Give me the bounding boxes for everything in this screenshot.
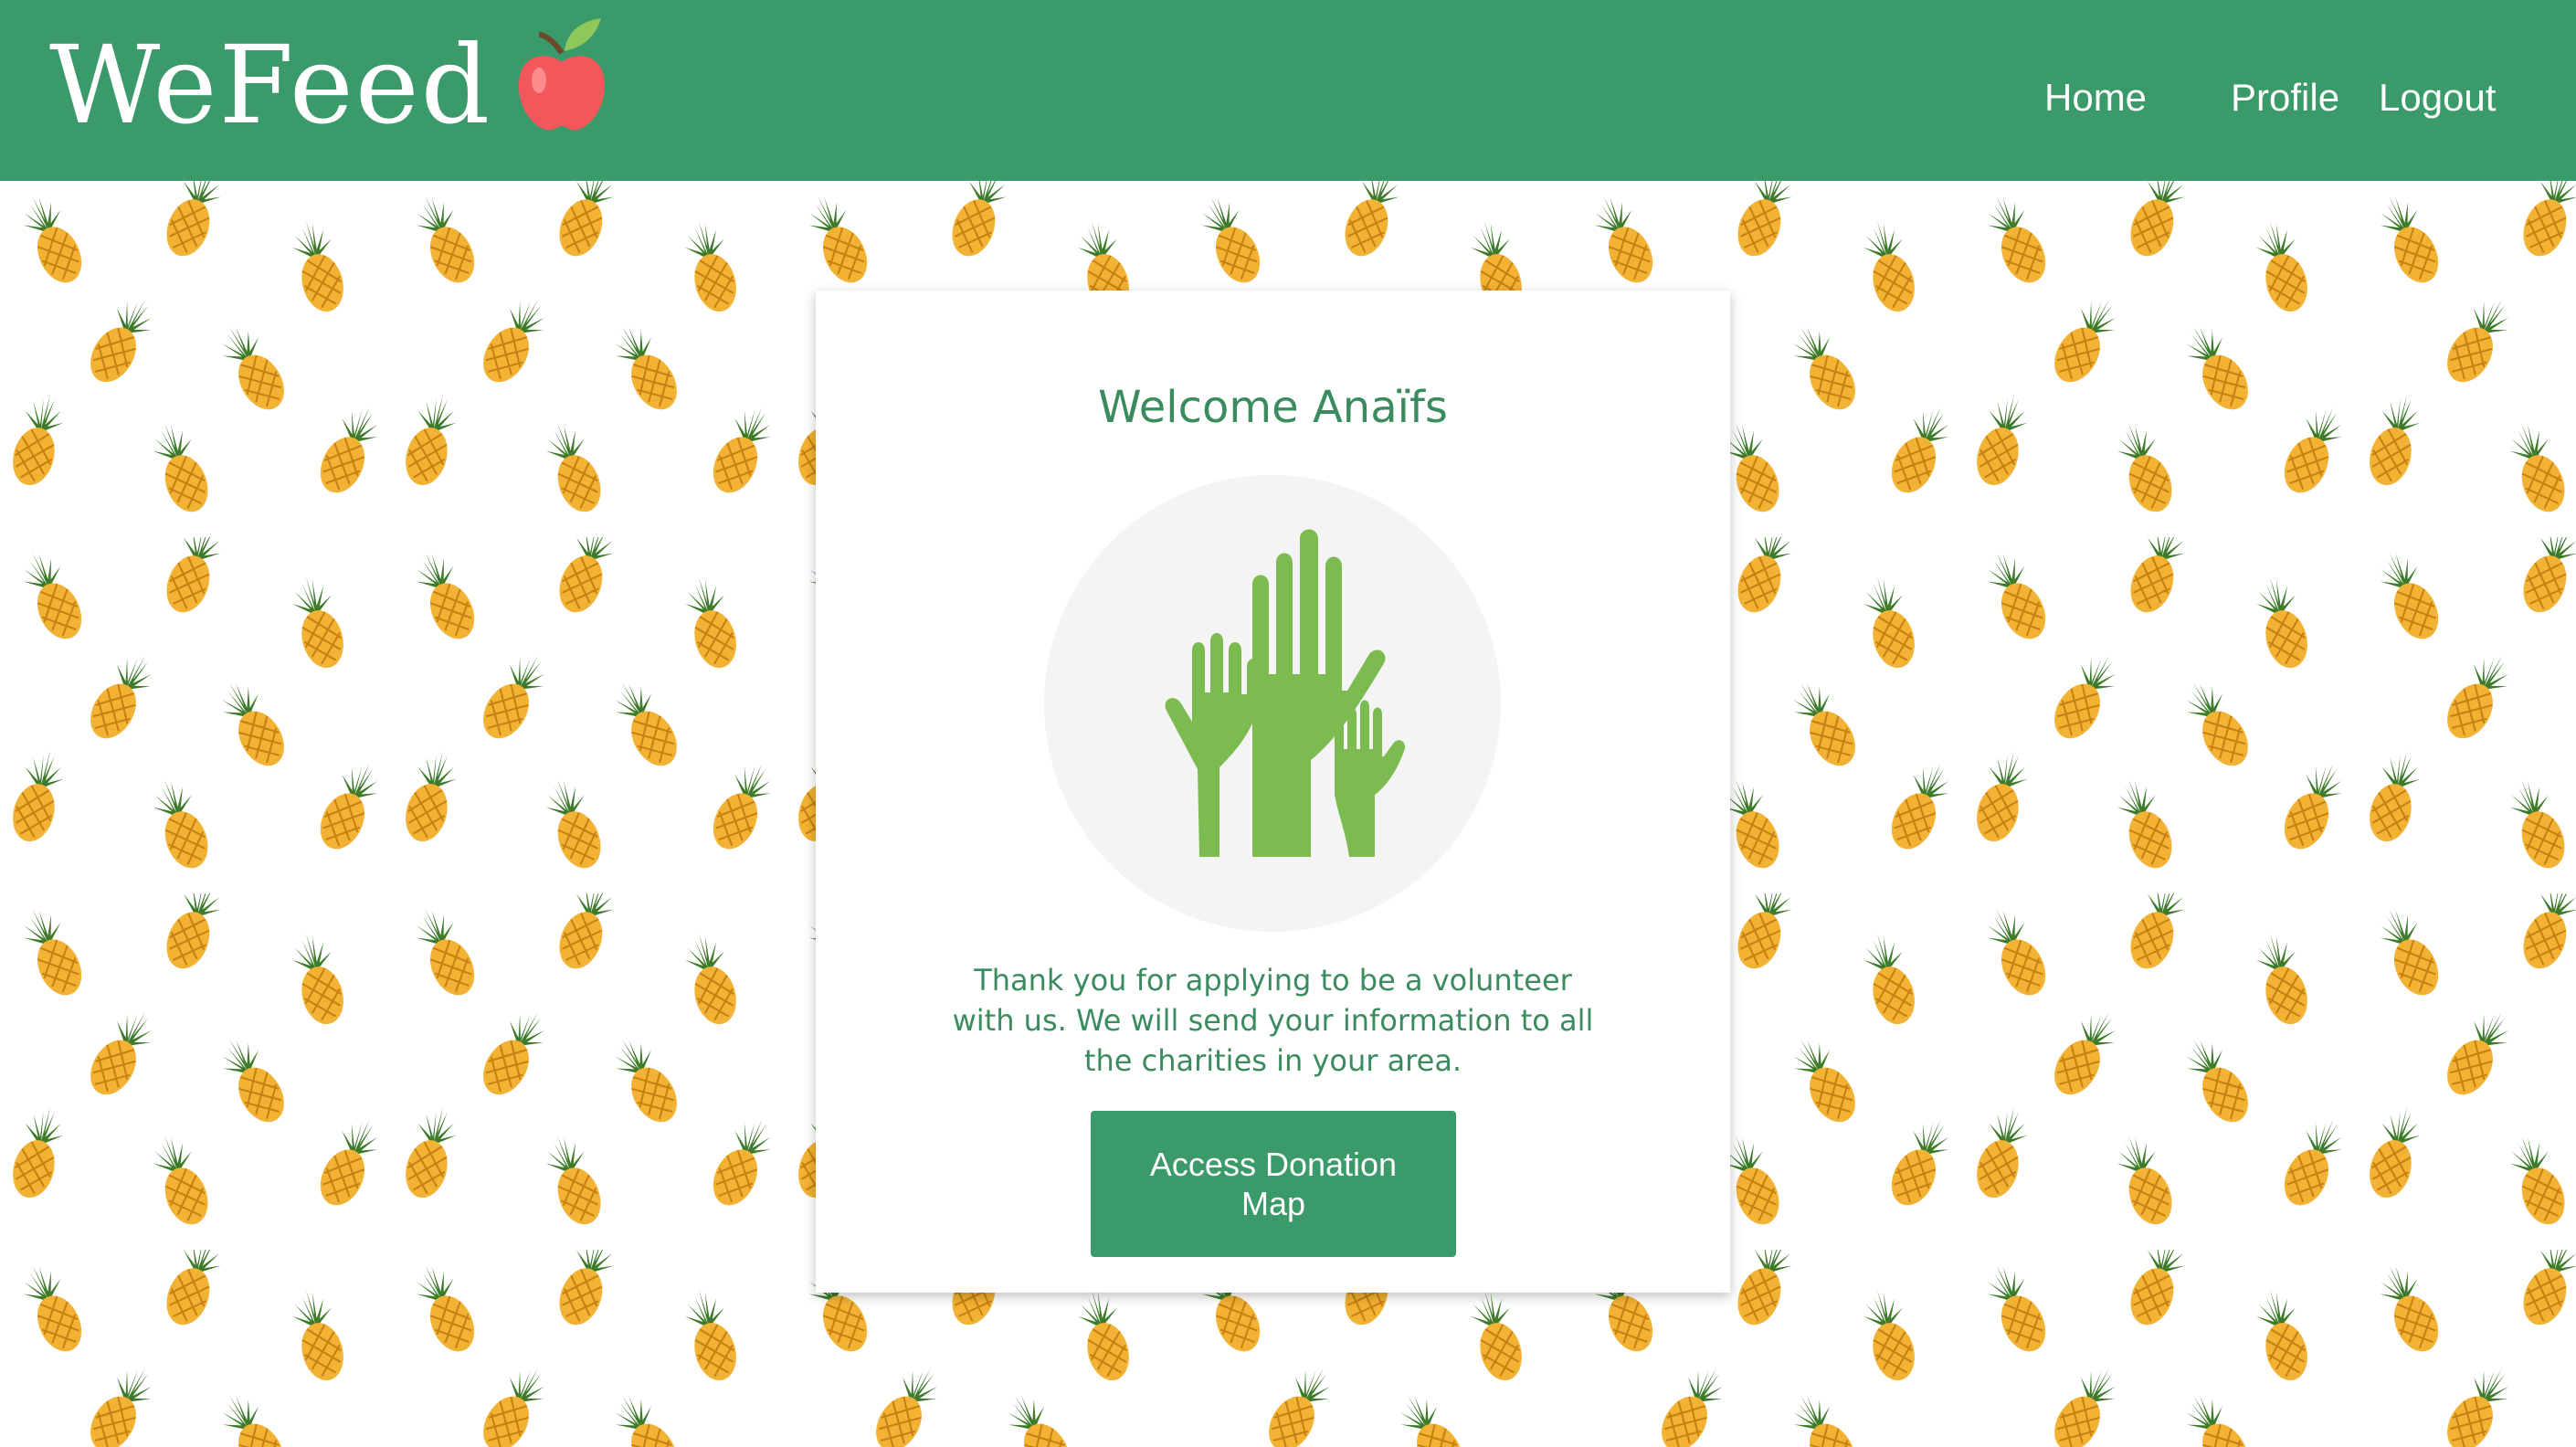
welcome-card: Welcome Anaïfs Thank you for applying to… — [816, 290, 1730, 1293]
welcome-heading: Welcome Anaïfs — [1098, 382, 1448, 433]
top-navbar: WeFeed Home Profile Logout — [0, 0, 2576, 181]
brand-logo[interactable]: WeFeed — [49, 31, 491, 139]
apple-icon — [518, 18, 606, 131]
volunteer-message: Thank you for applying to be a volunteer… — [952, 963, 1594, 1078]
access-donation-map-button[interactable]: Access Donation Map — [1091, 1111, 1456, 1257]
nav-profile-link[interactable]: Profile — [2231, 79, 2339, 117]
nav-logout-link[interactable]: Logout — [2379, 79, 2496, 117]
nav-home-link[interactable]: Home — [2044, 79, 2147, 117]
raised-hands-icon — [1044, 475, 1501, 932]
